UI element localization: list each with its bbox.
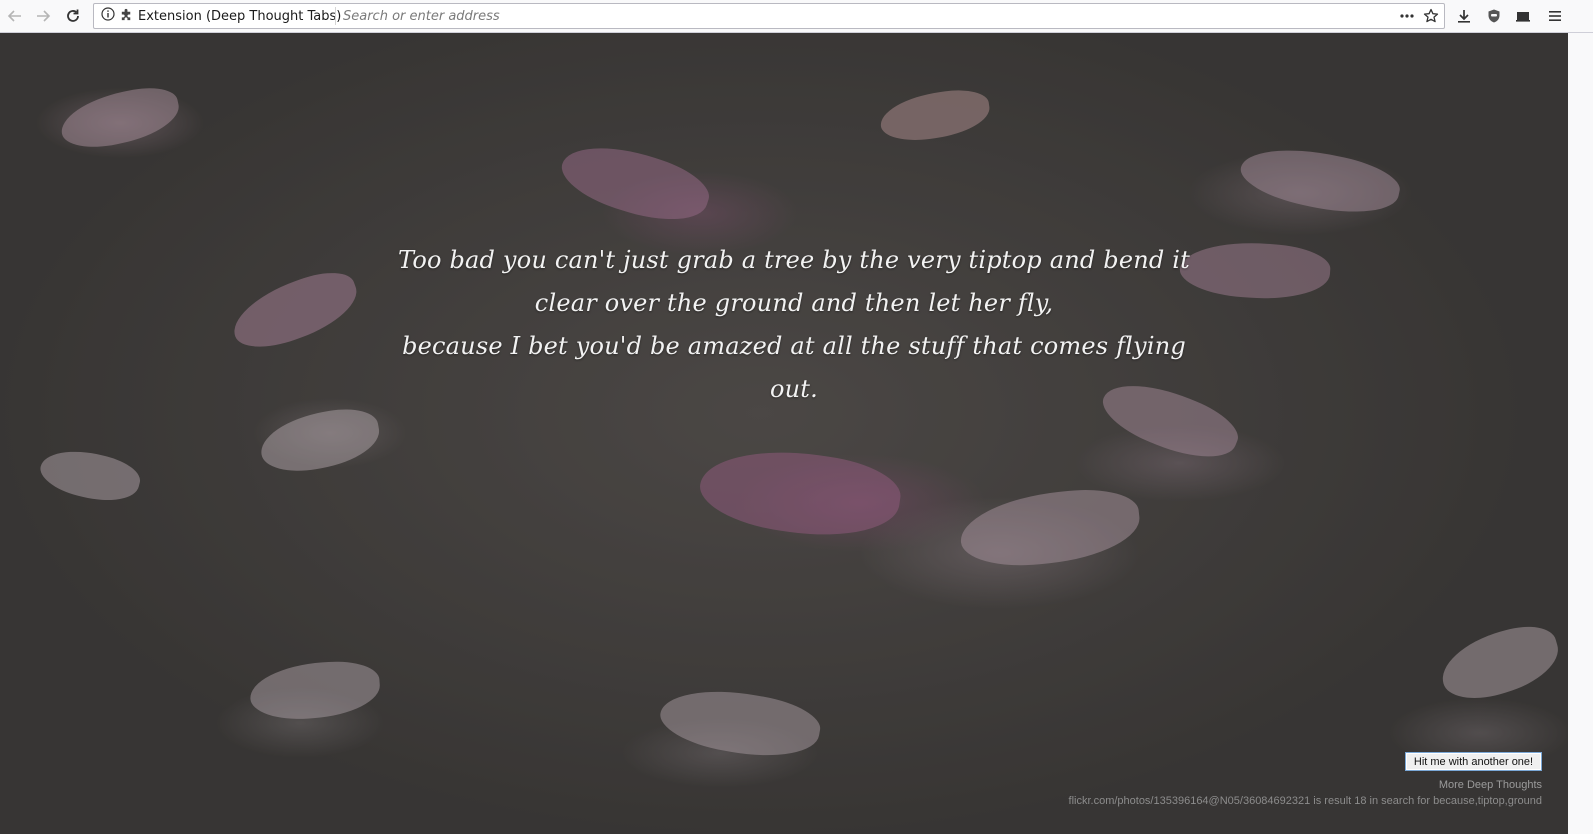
browser-toolbar: Extension (Deep Thought Tabs) — [0, 0, 1593, 33]
bookmark-star-icon[interactable] — [1421, 6, 1441, 26]
new-tab-page: Too bad you can't just grab a tree by th… — [0, 33, 1568, 834]
site-identity[interactable]: Extension (Deep Thought Tabs) — [101, 4, 341, 28]
forward-arrow-icon[interactable] — [32, 5, 54, 27]
more-deep-thoughts-link[interactable]: More Deep Thoughts — [1439, 779, 1542, 791]
identity-divider — [335, 7, 336, 25]
puzzle-piece-icon — [119, 7, 134, 26]
info-icon — [101, 7, 115, 25]
page-actions-icon[interactable] — [1397, 6, 1417, 26]
photo-credit: flickr.com/photos/135396164@N05/36084692… — [1068, 795, 1542, 807]
scrollbar-gutter — [1568, 33, 1593, 834]
another-thought-button[interactable]: Hit me with another one! — [1405, 752, 1542, 771]
deep-thought-quote: Too bad you can't just grab a tree by th… — [390, 239, 1198, 411]
back-arrow-icon[interactable] — [4, 5, 26, 27]
url-bar[interactable]: Extension (Deep Thought Tabs) — [93, 3, 1445, 29]
address-input[interactable] — [343, 6, 1383, 26]
shield-extension-icon[interactable] — [1484, 6, 1504, 26]
quote-line: because I bet you'd be amazed at all the… — [402, 332, 1186, 403]
menu-icon[interactable] — [1545, 6, 1565, 26]
downloads-icon[interactable] — [1454, 6, 1474, 26]
identity-label: Extension (Deep Thought Tabs) — [138, 8, 342, 24]
quote-line: Too bad you can't just grab a tree by th… — [398, 246, 1190, 317]
library-icon[interactable] — [1513, 6, 1533, 26]
reload-icon[interactable] — [62, 5, 84, 27]
